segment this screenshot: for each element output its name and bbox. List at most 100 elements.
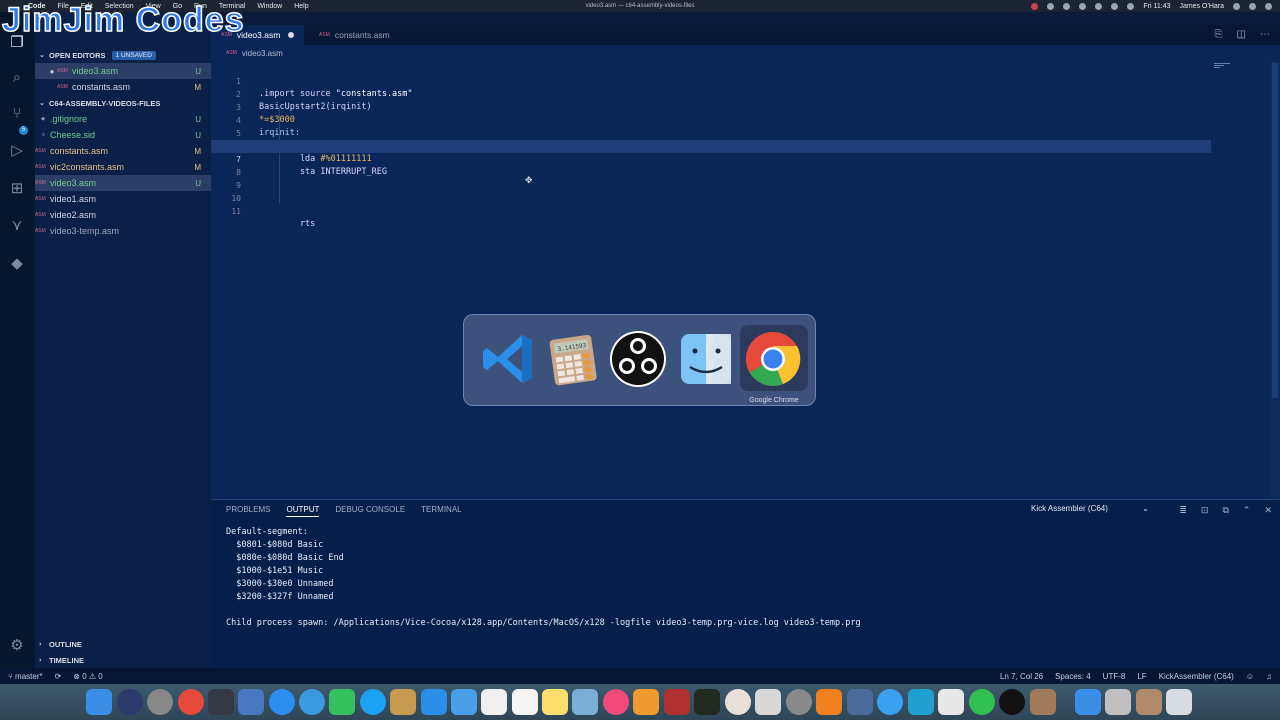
calendar-dock-icon[interactable] <box>481 689 507 715</box>
tab-output[interactable]: OUTPUT <box>286 505 320 517</box>
more-actions-icon[interactable]: ⋯ <box>1260 29 1270 40</box>
unsaved-dot-icon[interactable]: ● <box>47 67 57 76</box>
menu-help[interactable]: Help <box>294 3 308 10</box>
docker-icon[interactable]: ◆ <box>8 255 26 273</box>
code-line[interactable]: 9 <box>211 166 1211 190</box>
open-log-icon[interactable]: ⧉ <box>1222 505 1228 516</box>
menu-file[interactable]: File <box>58 3 69 10</box>
music-dock-icon[interactable] <box>603 689 629 715</box>
siri-dock-icon[interactable] <box>117 689 143 715</box>
photo-booth-dock-icon[interactable] <box>664 689 690 715</box>
unsaved-dot-icon[interactable] <box>288 32 295 38</box>
tab-constants[interactable]: ASM constants.asm <box>309 25 400 45</box>
trash-dock-icon[interactable] <box>1166 689 1192 715</box>
editor-scrollbar[interactable] <box>1270 61 1280 499</box>
code-editor[interactable]: 1 .import source "constants.asm" 2 Basic… <box>211 61 1280 499</box>
facetime-dock-icon[interactable] <box>329 689 355 715</box>
vscode-icon[interactable] <box>478 329 538 389</box>
code-line[interactable]: 4 irqinit: <box>211 101 1211 138</box>
menubar-user[interactable]: James O'Hara <box>1179 3 1224 10</box>
code-line[interactable]: 6 lda #%01111111 <box>211 127 1211 164</box>
record-icon[interactable] <box>1031 2 1039 10</box>
breadcrumb-file[interactable]: video3.asm <box>242 49 283 58</box>
indentation[interactable]: Spaces: 4 <box>1055 672 1091 681</box>
encoding[interactable]: UTF-8 <box>1103 672 1126 681</box>
vlc-dock-icon[interactable] <box>816 689 842 715</box>
chrome-dock-icon[interactable] <box>178 689 204 715</box>
menu-window[interactable]: Window <box>257 3 282 10</box>
wifi-icon[interactable] <box>1111 2 1119 10</box>
twitter-dock-icon[interactable] <box>360 689 386 715</box>
open-editor-constants[interactable]: ASM constants.asm M <box>35 79 211 95</box>
stickies-dock-icon[interactable] <box>542 689 568 715</box>
tab-terminal[interactable]: TERMINAL <box>421 505 461 517</box>
xcode-dock-icon[interactable] <box>451 689 477 715</box>
run-debug-icon[interactable]: ▷ <box>8 142 26 160</box>
notification-center-icon[interactable] <box>1265 2 1272 10</box>
finder-dock-icon[interactable] <box>86 689 112 715</box>
maximize-panel-icon[interactable]: ⌃ <box>1243 505 1251 516</box>
outline-section[interactable]: › OUTLINE <box>35 636 211 652</box>
siri-icon[interactable] <box>1249 2 1256 10</box>
source-control-icon[interactable]: ⑂ <box>8 105 26 123</box>
clear-output-icon[interactable]: ≣ <box>1179 505 1187 516</box>
git-tree-icon[interactable]: ⋎ <box>8 217 26 235</box>
code-line[interactable]: 3 *=$3000 <box>211 88 1211 125</box>
folder-dock-icon[interactable] <box>1075 689 1101 715</box>
scrollbar-thumb[interactable] <box>1272 63 1278 398</box>
code-line[interactable]: 5 sei <box>211 114 1211 151</box>
language-mode[interactable]: KickAssembler (C64) <box>1159 672 1234 681</box>
books-dock-icon[interactable] <box>633 689 659 715</box>
search-icon[interactable]: ⌕ <box>8 69 26 87</box>
finder-icon[interactable] <box>676 329 736 389</box>
battery-icon[interactable] <box>1127 2 1135 10</box>
obs-dock-icon[interactable] <box>999 689 1025 715</box>
settings-gear-icon[interactable]: ⚙ <box>8 637 26 655</box>
messages-dock-icon[interactable] <box>877 689 903 715</box>
menu-code[interactable]: Code <box>28 3 46 10</box>
file-cheese-sid[interactable]: ≡ Cheese.sid U <box>35 127 211 143</box>
file-constants[interactable]: ASM constants.asm M <box>35 143 211 159</box>
documents-dock-icon[interactable] <box>1105 689 1131 715</box>
activity-monitor-dock-icon[interactable] <box>694 689 720 715</box>
file-video1[interactable]: ASM video1.asm <box>35 191 211 207</box>
terminal-dock-icon[interactable] <box>208 689 234 715</box>
obs-icon[interactable] <box>608 329 668 389</box>
file-vic2constants[interactable]: ASM vic2constants.asm M <box>35 159 211 175</box>
menu-go[interactable]: Go <box>173 3 182 10</box>
code-line[interactable]: 11 rts <box>211 192 1211 229</box>
archive-dock-icon[interactable] <box>1030 689 1056 715</box>
minimap[interactable] <box>1214 63 1230 73</box>
code-line[interactable]: 1 .import source "constants.asm" <box>211 62 1211 99</box>
code-line[interactable]: 10 <box>211 179 1211 203</box>
maps-dock-icon[interactable] <box>572 689 598 715</box>
branch-indicator[interactable]: ⑂ master* <box>8 672 43 681</box>
end-of-line[interactable]: LF <box>1137 672 1146 681</box>
calculator-icon[interactable]: 3.141593 <box>544 329 604 389</box>
time-machine-icon[interactable] <box>1095 2 1103 10</box>
lock-scroll-icon[interactable]: ⊡ <box>1201 505 1209 516</box>
photos-dock-icon[interactable] <box>725 689 751 715</box>
bluetooth-icon[interactable] <box>1079 2 1087 10</box>
notes-dock-icon[interactable] <box>390 689 416 715</box>
cursor-position[interactable]: Ln 7, Col 26 <box>1000 672 1043 681</box>
reminders-dock-icon[interactable] <box>512 689 538 715</box>
file-video3-temp[interactable]: ASM video3-temp.asm <box>35 223 211 239</box>
system-preferences-dock-icon[interactable] <box>786 689 812 715</box>
preview-dock-icon[interactable] <box>238 689 264 715</box>
notifications-bell-icon[interactable]: ♫ <box>1266 672 1272 681</box>
whatsapp-dock-icon[interactable] <box>969 689 995 715</box>
file-video3[interactable]: ASM video3.asm U <box>35 175 211 191</box>
launchpad-dock-icon[interactable] <box>147 689 173 715</box>
feedback-icon[interactable]: ☺ <box>1246 672 1254 681</box>
code-line-current[interactable]: 7 sta INTERRUPT_REG <box>211 140 1211 177</box>
spotlight-icon[interactable] <box>1233 2 1240 10</box>
sync-icon[interactable]: ⟳ <box>55 672 62 681</box>
timeline-section[interactable]: › TIMELINE <box>35 652 211 668</box>
open-editor-video3[interactable]: ● ASM video3.asm U <box>35 63 211 79</box>
code-line[interactable]: 8 <box>211 153 1211 177</box>
extensions-icon[interactable]: ⊞ <box>8 180 26 198</box>
close-panel-icon[interactable]: ✕ <box>1264 505 1272 516</box>
chrome-icon[interactable] <box>743 329 803 389</box>
app-store-dock-icon[interactable] <box>269 689 295 715</box>
